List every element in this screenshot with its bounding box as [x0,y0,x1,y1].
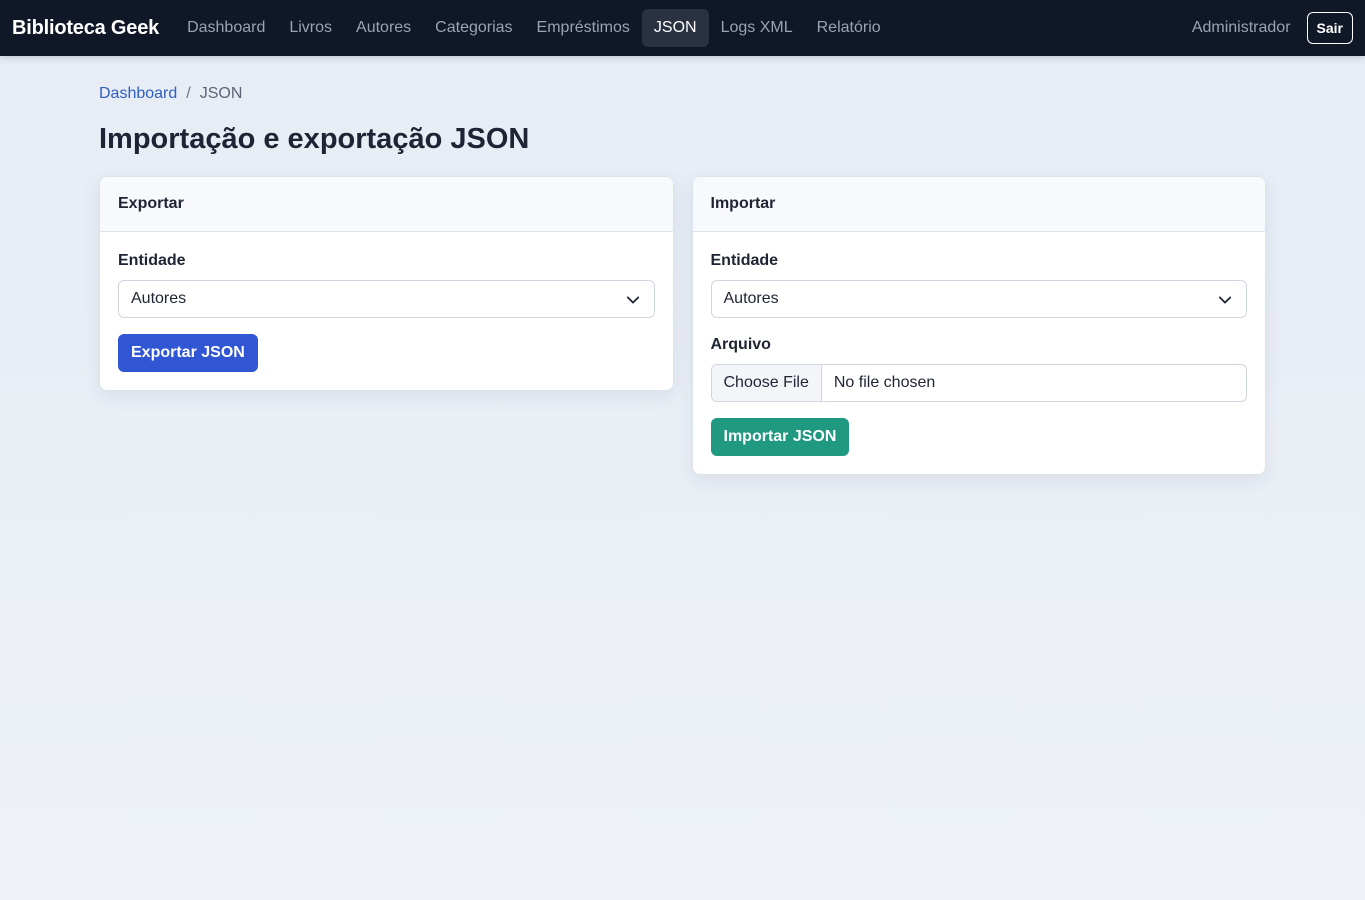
cards-row: Exportar Entidade Autores Exportar JSON … [99,176,1266,475]
export-json-button[interactable]: Exportar JSON [118,334,258,372]
import-entity-label: Entidade [710,252,779,269]
import-entity-value: Autores [723,290,779,307]
nav-link-livros[interactable]: Livros [277,9,344,47]
export-card-body: Entidade Autores Exportar JSON [100,232,673,390]
nav-link-categorias[interactable]: Categorias [423,9,524,47]
top-navbar: Biblioteca Geek Dashboard Livros Autores… [0,0,1365,56]
page-title: Importação e exportação JSON [99,123,530,155]
chevron-down-icon [1218,296,1232,304]
import-card: Importar Entidade Autores Arquivo Choose… [691,176,1266,475]
user-name: Administrador [1191,19,1291,36]
export-entity-select[interactable]: Autores [118,280,655,318]
import-card-title: Importar [692,177,1265,232]
import-file-label: Arquivo [710,336,771,353]
export-card-title: Exportar [100,177,673,232]
breadcrumb: Dashboard / JSON [99,85,1266,103]
nav-link-json[interactable]: JSON [641,9,709,47]
import-json-button[interactable]: Importar JSON [710,418,850,456]
choose-file-button[interactable]: Choose File [711,365,822,401]
breadcrumb-dashboard-link[interactable]: Dashboard [99,85,177,103]
nav-link-relatorio[interactable]: Relatório [805,9,893,47]
nav-link-logs-xml[interactable]: Logs XML [709,9,805,47]
nav-links: Dashboard Livros Autores Categorias Empr… [175,0,893,56]
file-status-text: No file chosen [833,374,936,391]
nav-link-emprestimos[interactable]: Empréstimos [525,9,642,47]
brand-logo[interactable]: Biblioteca Geek [12,17,159,40]
import-entity-select[interactable]: Autores [710,280,1247,318]
import-card-body: Entidade Autores Arquivo Choose File No … [693,232,1266,474]
nav-link-dashboard[interactable]: Dashboard [175,9,277,47]
import-file-input[interactable]: Choose File No file chosen [710,364,1247,402]
export-card: Exportar Entidade Autores Exportar JSON [99,176,674,391]
breadcrumb-separator: / [186,85,191,102]
export-entity-label: Entidade [118,252,186,269]
breadcrumb-current: JSON [199,85,243,102]
export-entity-value: Autores [131,290,187,307]
nav-right: Administrador Sair [1192,12,1353,44]
logout-button[interactable]: Sair [1306,12,1353,44]
chevron-down-icon [626,296,639,304]
nav-link-autores[interactable]: Autores [344,9,423,47]
main-content: Dashboard / JSON Importação e exportação… [0,85,1365,475]
